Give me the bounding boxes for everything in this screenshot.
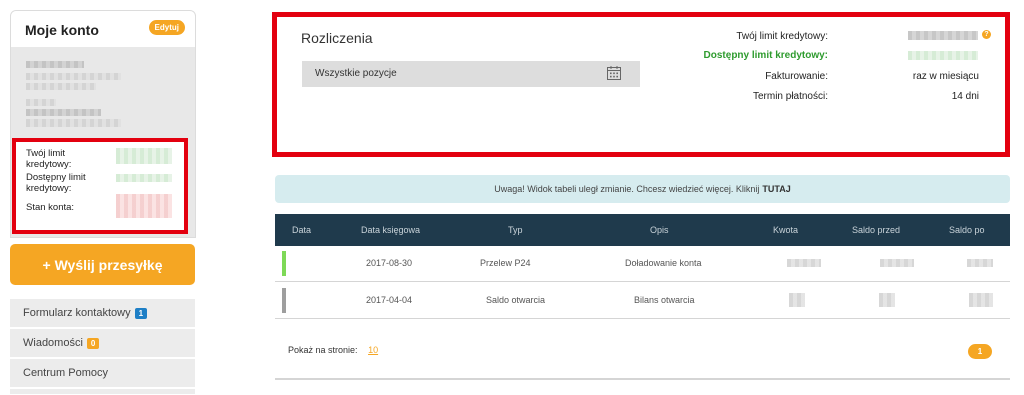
row-status-indicator [282,288,286,313]
row-status-indicator [282,251,286,276]
notice-link[interactable]: TUTAJ [762,184,790,194]
invoicing-label: Fakturowanie: [765,71,828,82]
row-booking-date: 2017-08-30 [366,258,413,268]
redacted-amount [789,293,805,307]
per-page-label: Pokaż na stronie: [288,345,358,355]
table-row[interactable]: 2017-04-04 Saldo otwarcia Bilans otwarci… [275,283,1010,319]
payment-term-label: Termin płatności: [752,91,828,102]
redacted-address-5 [26,119,121,127]
column-header-balance-before[interactable]: Saldo przed [852,225,900,235]
row-description: Bilans otwarcia [634,295,695,305]
redacted-address-4 [26,109,101,116]
column-header-balance-after[interactable]: Saldo po [949,225,985,235]
redacted-address-3 [26,99,56,106]
payment-term-value: 14 dni [951,91,979,102]
redacted-address-2 [26,83,96,90]
billing-title: Rozliczenia [301,30,373,46]
table-header: Data Data księgowa Typ Opis Kwota Saldo … [275,214,1010,246]
column-header-booking-date[interactable]: Data księgowa [361,225,420,235]
account-card-header: Moje konto Edytuj [11,11,195,47]
redacted-available-limit-value [908,51,978,60]
column-header-amount[interactable]: Kwota [773,225,798,235]
menu-item-help-center[interactable]: Centrum Pomocy [10,359,195,388]
redacted-amount [787,259,821,267]
available-limit-label: Dostępny limit kredytowy: [703,50,828,61]
menu-item-label: Centrum Pomocy [23,367,108,379]
notice-text: Uwaga! Widok tabeli uległ zmianie. Chces… [494,184,760,194]
menu-item-contact-form[interactable]: Formularz kontaktowy 1 [10,299,195,328]
redacted-balance-after [969,293,993,307]
menu-item-label: Wiadomości [23,337,83,349]
billing-filter-value: Wszystkie pozycje [315,68,397,79]
row-booking-date: 2017-04-04 [366,295,413,305]
help-icon[interactable]: ? [982,30,991,39]
billing-filter-select[interactable]: Wszystkie pozycje [302,61,640,87]
account-title: Moje konto [25,22,99,38]
page-button-current[interactable]: 1 [968,344,992,359]
row-type: Saldo otwarcia [486,295,546,305]
edit-account-button[interactable]: Edytuj [148,20,185,35]
redacted-credit-limit-value [908,31,978,40]
per-page-select[interactable]: 10 [368,345,378,355]
redacted-balance-before [880,259,914,267]
credit-limit-label: Twój limit kredytowy: [26,148,72,170]
menu-item-more[interactable] [10,389,195,395]
redacted-address-1 [26,73,121,80]
messages-count-badge: 0 [86,337,100,349]
table-change-notice: Uwaga! Widok tabeli uległ zmianie. Chces… [275,175,1010,203]
redacted-available-limit [116,174,172,182]
invoicing-value: raz w miesiącu [912,71,979,82]
account-limits-box: Twój limit kredytowy: Dostępny limit kre… [12,138,188,234]
menu-item-label: Formularz kontaktowy [23,307,131,319]
send-shipment-button[interactable]: + Wyślij przesyłkę [10,244,195,285]
contact-form-count-badge: 1 [134,307,148,319]
column-header-date[interactable]: Data [292,225,311,235]
column-header-type[interactable]: Typ [508,225,523,235]
per-page-control: Pokaż na stronie: 10 [288,345,378,355]
billing-panel: Rozliczenia Wszystkie pozycje Twój limit… [272,12,1010,157]
row-type: Przelew P24 [480,258,531,268]
menu-item-messages[interactable]: Wiadomości 0 [10,329,195,358]
redacted-balance-after [967,259,993,267]
table-row[interactable]: 2017-08-30 Przelew P24 Doładowanie konta [275,246,1010,282]
balance-label: Stan konta: [26,202,75,213]
redacted-balance [116,194,172,218]
available-limit-label: Dostępny limit kredytowy: [26,172,86,194]
credit-limit-label: Twój limit kredytowy: [736,31,828,42]
redacted-credit-limit [116,148,172,164]
redacted-name [26,61,84,68]
row-description: Doładowanie konta [625,258,702,268]
bottom-divider [275,378,1010,380]
column-header-description[interactable]: Opis [650,225,669,235]
redacted-balance-before [879,293,895,307]
